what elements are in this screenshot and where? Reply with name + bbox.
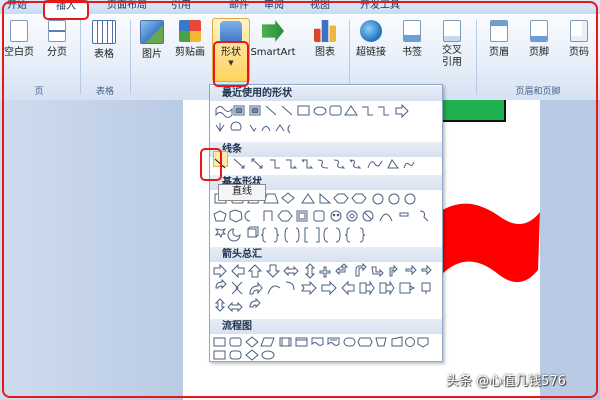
insert-tab-callout [43,0,89,20]
watermark-text: 头条 @心值几钱576 [446,374,566,389]
line-shape-callout [200,148,222,181]
shapes-button-callout [213,41,249,87]
outer-red-callout [2,1,598,398]
